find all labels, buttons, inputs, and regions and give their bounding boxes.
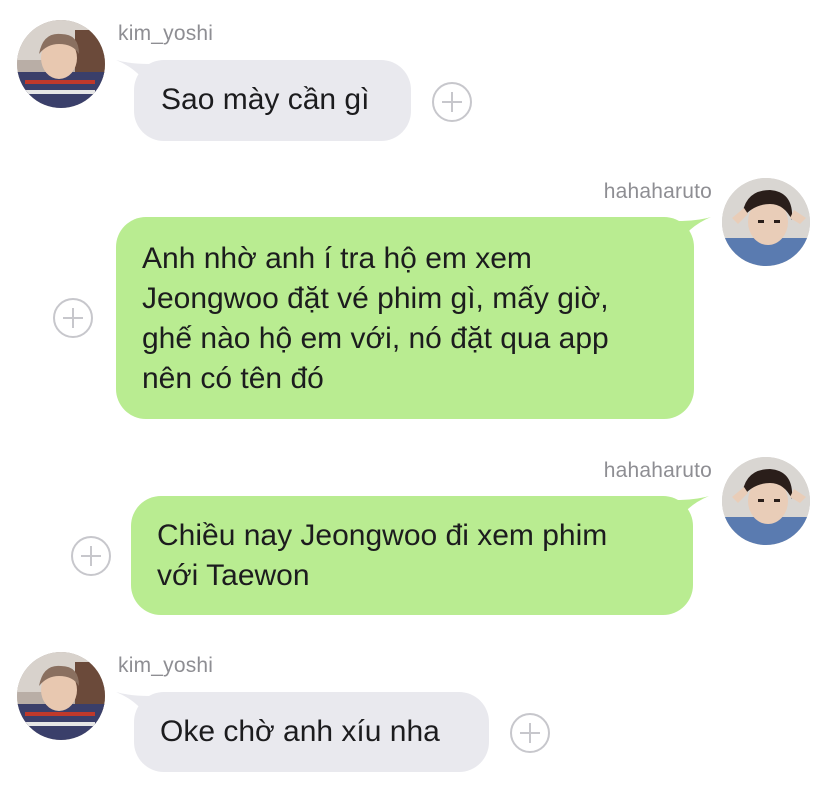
avatar-hahaharuto[interactable] (722, 457, 810, 545)
avatar-kim-yoshi[interactable] (17, 20, 105, 108)
message-text: Oke chờ anh xíu nha (160, 715, 440, 748)
message-bubble[interactable]: Chiều nay Jeongwoo đi xem phim với Taewo… (131, 496, 693, 615)
sender-name: kim_yoshi (118, 654, 214, 677)
avatar-hahaharuto[interactable] (722, 178, 810, 266)
sender-name: hahaharuto (603, 180, 712, 203)
message-text-line: nên có tên đó (142, 362, 324, 395)
add-reaction-button[interactable] (510, 713, 550, 753)
add-reaction-button[interactable] (71, 536, 111, 576)
add-reaction-button[interactable] (53, 298, 93, 338)
avatar-kim-yoshi[interactable] (17, 652, 105, 740)
avatar-photo-icon (722, 178, 810, 266)
avatar-photo-icon (17, 652, 105, 740)
message-bubble[interactable]: Anh nhờ anh í tra hộ em xem Jeongwoo đặt… (116, 217, 694, 419)
avatar-photo-icon (17, 20, 105, 108)
add-reaction-button[interactable] (432, 82, 472, 122)
message-bubble[interactable]: Sao mày cần gì (134, 60, 411, 141)
message-text: Sao mày cần gì (161, 83, 370, 116)
message-text-line: Chiều nay Jeongwoo đi xem phim (157, 519, 608, 552)
message-text-line: Jeongwoo đặt vé phim gì, mấy giờ, (142, 282, 609, 315)
sender-name: kim_yoshi (118, 22, 214, 45)
sender-name: hahaharuto (603, 459, 712, 482)
message-bubble[interactable]: Oke chờ anh xíu nha (134, 692, 489, 772)
message-text-line: Anh nhờ anh í tra hộ em xem (142, 242, 532, 275)
avatar-photo-icon (722, 457, 810, 545)
message-text-line: với Taewon (157, 559, 310, 592)
message-text-line: ghế nào hộ em với, nó đặt qua app (142, 322, 609, 355)
